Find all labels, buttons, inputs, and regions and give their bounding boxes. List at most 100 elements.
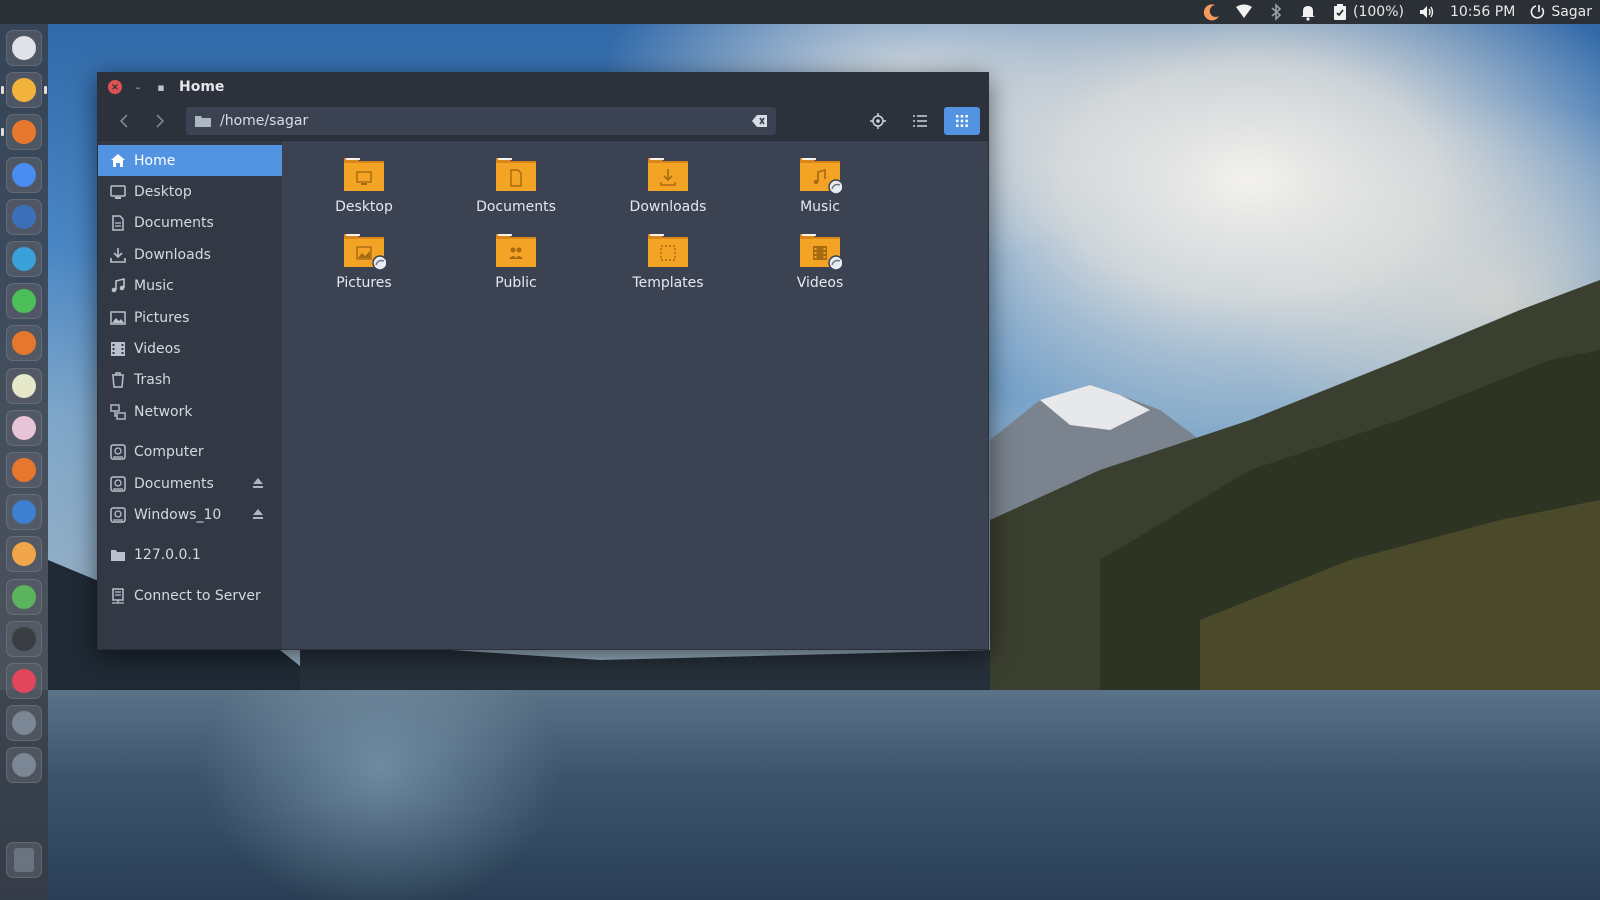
minimize-button[interactable]: – — [131, 80, 145, 94]
battery-indicator[interactable]: (100%) — [1331, 0, 1404, 24]
close-button[interactable]: × — [108, 80, 122, 94]
folder-item-downloads[interactable]: Downloads — [613, 155, 723, 225]
sidebar-item-label: Pictures — [134, 309, 190, 326]
location-path: /home/sagar — [220, 112, 309, 129]
sidebar-item-label: Home — [134, 152, 176, 169]
sound-indicator[interactable] — [1418, 0, 1436, 24]
wifi-indicator[interactable] — [1235, 0, 1253, 24]
power-icon — [1529, 3, 1547, 21]
drive-icon — [110, 475, 126, 492]
folder-icon — [110, 547, 126, 563]
launcher — [0, 24, 48, 900]
launcher-terminal-button[interactable] — [6, 620, 42, 657]
folder-item-videos[interactable]: Videos — [765, 231, 875, 301]
trash-icon — [110, 372, 126, 389]
settings-icon — [12, 584, 36, 609]
launcher-calc-button[interactable] — [6, 283, 42, 320]
sidebar-item-documents[interactable]: Documents — [98, 468, 282, 499]
list-view-button[interactable] — [902, 107, 938, 135]
crosshair-icon — [870, 112, 886, 129]
maximize-button[interactable]: ▪ — [154, 80, 168, 94]
launcher-virtualbox-button[interactable] — [6, 494, 42, 531]
trash-icon — [14, 848, 34, 872]
eject-icon[interactable] — [252, 477, 264, 489]
folder-item-public[interactable]: Public — [461, 231, 571, 301]
back-button[interactable] — [106, 107, 142, 135]
location-bar[interactable]: /home/sagar — [186, 106, 776, 135]
clear-location-icon[interactable] — [752, 114, 768, 128]
launcher-inkscape-button[interactable] — [6, 367, 42, 404]
sidebar-item-computer[interactable]: Computer — [98, 437, 282, 468]
media-icon — [12, 669, 36, 693]
sidebar-item-downloads[interactable]: Downloads — [98, 239, 282, 270]
downloads-icon — [110, 247, 126, 263]
folder-label: Downloads — [629, 199, 707, 215]
sidebar-item-desktop[interactable]: Desktop — [98, 176, 282, 207]
disk2-icon — [12, 753, 36, 778]
notifications-indicator[interactable] — [1299, 0, 1317, 24]
sidebar-item-trash[interactable]: Trash — [98, 365, 282, 396]
launcher-disk2-button[interactable] — [6, 747, 42, 784]
launcher-opera-button[interactable] — [6, 198, 42, 235]
launcher-settings-button[interactable] — [6, 578, 42, 615]
folder-item-desktop[interactable]: Desktop — [309, 155, 419, 225]
launcher-writer-button[interactable] — [6, 241, 42, 277]
folder-document-icon — [494, 155, 538, 195]
sidebar-item-label: Desktop — [134, 184, 192, 201]
sidebar-item-label: Connect to Server — [134, 587, 261, 604]
sidebar-separator — [98, 531, 282, 540]
forward-button[interactable] — [142, 107, 178, 135]
folder-label: Desktop — [335, 199, 393, 215]
launcher-dash-button[interactable] — [6, 30, 42, 66]
sidebar-item-pictures[interactable]: Pictures — [98, 302, 282, 333]
chevron-right-icon — [156, 113, 165, 128]
toolbar: /home/sagar — [98, 101, 988, 141]
folder-template-icon — [646, 231, 690, 271]
launcher-disk-button[interactable] — [6, 705, 42, 742]
folder-download-icon — [646, 155, 690, 195]
folder-item-templates[interactable]: Templates — [613, 231, 723, 301]
launcher-impress-button[interactable] — [6, 325, 42, 362]
sidebar-item-home[interactable]: Home — [98, 145, 282, 177]
sidebar-item-windows-10[interactable]: Windows_10 — [98, 499, 282, 530]
folder-item-music[interactable]: Music — [765, 155, 875, 225]
launcher-chrome-button[interactable] — [6, 156, 42, 193]
sidebar-separator — [98, 571, 282, 580]
grid-view-button[interactable] — [944, 106, 980, 135]
sidebar-item-videos[interactable]: Videos — [98, 333, 282, 364]
sidebar-item-music[interactable]: Music — [98, 271, 282, 302]
session-menu[interactable]: Sagar — [1529, 0, 1592, 24]
pictures-icon — [110, 310, 126, 326]
night-light-indicator[interactable] — [1203, 0, 1221, 24]
locate-button[interactable] — [860, 107, 896, 135]
sidebar-item-network[interactable]: Network — [98, 396, 282, 427]
drive-icon — [110, 444, 126, 460]
launcher-software-center-button[interactable] — [6, 452, 42, 488]
folder-item-pictures[interactable]: Pictures — [309, 231, 419, 301]
sidebar-item-documents[interactable]: Documents — [98, 208, 282, 239]
launcher-files-button[interactable] — [6, 72, 42, 109]
network-icon — [110, 404, 126, 420]
bluetooth-indicator[interactable] — [1267, 0, 1285, 24]
file-view: Desktop Documents Downloads Music Pictures Pu… — [282, 141, 988, 649]
calc-icon — [12, 289, 36, 314]
window-titlebar[interactable]: × – ▪ Home — [98, 73, 988, 101]
folder-label: Public — [495, 275, 537, 291]
launcher-atom-button[interactable] — [6, 409, 42, 446]
clock[interactable]: 10:56 PM — [1450, 0, 1515, 24]
home-icon — [110, 153, 126, 169]
launcher-screenshot-button[interactable] — [6, 536, 42, 573]
launcher-trash-button[interactable] — [6, 842, 42, 878]
sidebar-item-127-0-0-1[interactable]: 127.0.0.1 — [98, 540, 282, 571]
folder-item-documents[interactable]: Documents — [461, 155, 571, 225]
folder-label: Music — [800, 199, 840, 215]
folder-label: Templates — [632, 275, 704, 291]
software-center-icon — [12, 458, 36, 482]
documents-icon — [110, 215, 126, 232]
running-indicator — [1, 128, 4, 137]
launcher-media-button[interactable] — [6, 663, 42, 699]
launcher-firefox-button[interactable] — [6, 114, 42, 151]
eject-icon[interactable] — [252, 508, 264, 520]
sidebar-item-label: Documents — [134, 215, 214, 232]
sidebar-item-connect-to-server[interactable]: Connect to Server — [98, 580, 282, 611]
